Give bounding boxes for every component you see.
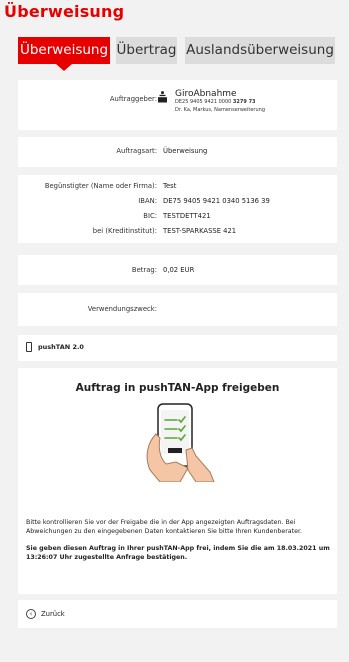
principal-label: Auftraggeber:	[109, 95, 157, 103]
approval-card: Auftrag in pushTAN-App freigeben Bitte k…	[18, 368, 337, 594]
approval-instruction: Bitte kontrollieren Sie vor der Freigabe…	[26, 519, 302, 535]
approval-confirm-text: Sie geben diesen Auftrag in Ihrer pushTA…	[26, 545, 330, 561]
back-button[interactable]: ‹ Zurück	[18, 600, 337, 628]
active-tab-indicator	[56, 64, 72, 71]
smartphone-icon	[26, 342, 32, 352]
beneficiary-name-value: Test	[163, 182, 177, 190]
pushtan-method-row[interactable]: pushTAN 2.0	[18, 335, 337, 361]
page-title: Überweisung	[4, 2, 125, 21]
chevron-left-circle-icon: ‹	[26, 609, 36, 619]
beneficiary-name-label: Begünstigter (Name oder Firma):	[44, 182, 157, 190]
beneficiary-bank-label: bei (Kreditinstitut):	[92, 227, 157, 235]
amount-card: Betrag: 0,02 EUR	[18, 255, 337, 285]
amount-value: 0,02 EUR	[163, 266, 195, 274]
beneficiary-iban-value: DE75 9405 9421 0340 5136 39	[163, 197, 270, 205]
order-type-value: Überweisung	[163, 147, 208, 155]
tab-ueberweisung[interactable]: Überweisung	[18, 37, 110, 64]
principal-owner: Dr. Ka, Markus, Namenserweiterung	[175, 107, 266, 113]
pushtan-label: pushTAN 2.0	[38, 343, 84, 351]
sparkasse-logo-icon	[158, 91, 167, 103]
purpose-label: Verwendungszweck:	[87, 305, 157, 313]
beneficiary-bank-value: TEST-SPARKASSE 421	[163, 227, 237, 235]
purpose-card: Verwendungszweck:	[18, 293, 337, 326]
approval-title: Auftrag in pushTAN-App freigeben	[75, 382, 280, 394]
hand-holding-phone-illustration-icon	[146, 403, 215, 482]
amount-label: Betrag:	[131, 266, 157, 274]
back-label: Zurück	[41, 610, 65, 618]
principal-iban: DE25 9405 9421 0000 3279 73	[175, 99, 256, 105]
tab-uebertrag[interactable]: Übertrag	[116, 37, 177, 64]
principal-card: Auftraggeber: GiroAbnahme DE25 9405 9421…	[18, 80, 337, 130]
beneficiary-iban-label: IBAN:	[138, 197, 157, 205]
order-type-label: Auftragsart:	[116, 147, 157, 155]
order-type-card: Auftragsart: Überweisung	[18, 137, 337, 167]
beneficiary-card: Begünstigter (Name oder Firma): Test IBA…	[18, 175, 337, 243]
beneficiary-bic-label: BIC:	[143, 212, 157, 220]
principal-account-name: GiroAbnahme	[175, 89, 237, 99]
beneficiary-bic-value: TESTDETT421	[163, 212, 211, 220]
tab-auslandsueberweisung[interactable]: Auslandsüberweisung	[185, 37, 335, 64]
